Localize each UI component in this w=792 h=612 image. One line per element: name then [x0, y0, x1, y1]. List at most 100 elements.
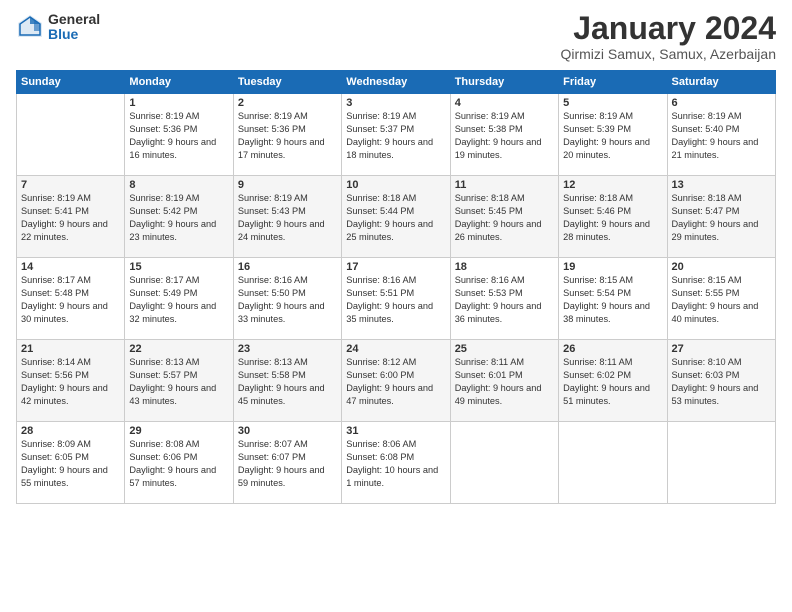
week-row-2: 7Sunrise: 8:19 AMSunset: 5:41 PMDaylight… — [17, 176, 776, 258]
calendar-cell: 6Sunrise: 8:19 AMSunset: 5:40 PMDaylight… — [667, 94, 775, 176]
logo: General Blue — [16, 12, 100, 43]
calendar-cell: 11Sunrise: 8:18 AMSunset: 5:45 PMDayligh… — [450, 176, 558, 258]
calendar-cell: 19Sunrise: 8:15 AMSunset: 5:54 PMDayligh… — [559, 258, 667, 340]
day-info: Sunrise: 8:19 AMSunset: 5:37 PMDaylight:… — [346, 110, 445, 162]
month-title: January 2024 — [560, 12, 776, 44]
day-info: Sunrise: 8:18 AMSunset: 5:44 PMDaylight:… — [346, 192, 445, 244]
calendar-cell — [667, 422, 775, 504]
calendar-cell: 16Sunrise: 8:16 AMSunset: 5:50 PMDayligh… — [233, 258, 341, 340]
day-number: 3 — [346, 97, 445, 109]
day-number: 10 — [346, 179, 445, 191]
calendar-cell: 28Sunrise: 8:09 AMSunset: 6:05 PMDayligh… — [17, 422, 125, 504]
calendar-cell: 13Sunrise: 8:18 AMSunset: 5:47 PMDayligh… — [667, 176, 775, 258]
calendar-cell: 22Sunrise: 8:13 AMSunset: 5:57 PMDayligh… — [125, 340, 233, 422]
calendar-cell: 3Sunrise: 8:19 AMSunset: 5:37 PMDaylight… — [342, 94, 450, 176]
day-number: 11 — [455, 179, 554, 191]
calendar-cell: 12Sunrise: 8:18 AMSunset: 5:46 PMDayligh… — [559, 176, 667, 258]
day-info: Sunrise: 8:19 AMSunset: 5:36 PMDaylight:… — [129, 110, 228, 162]
day-number: 28 — [21, 425, 120, 437]
day-number: 27 — [672, 343, 771, 355]
day-number: 30 — [238, 425, 337, 437]
day-info: Sunrise: 8:06 AMSunset: 6:08 PMDaylight:… — [346, 438, 445, 490]
day-info: Sunrise: 8:19 AMSunset: 5:43 PMDaylight:… — [238, 192, 337, 244]
day-number: 20 — [672, 261, 771, 273]
calendar-cell: 21Sunrise: 8:14 AMSunset: 5:56 PMDayligh… — [17, 340, 125, 422]
day-info: Sunrise: 8:19 AMSunset: 5:36 PMDaylight:… — [238, 110, 337, 162]
day-number: 6 — [672, 97, 771, 109]
week-row-1: 1Sunrise: 8:19 AMSunset: 5:36 PMDaylight… — [17, 94, 776, 176]
day-info: Sunrise: 8:18 AMSunset: 5:47 PMDaylight:… — [672, 192, 771, 244]
logo-text: General Blue — [48, 12, 100, 43]
day-number: 9 — [238, 179, 337, 191]
day-number: 29 — [129, 425, 228, 437]
day-info: Sunrise: 8:16 AMSunset: 5:53 PMDaylight:… — [455, 274, 554, 326]
calendar-cell: 5Sunrise: 8:19 AMSunset: 5:39 PMDaylight… — [559, 94, 667, 176]
weekday-header-row: SundayMondayTuesdayWednesdayThursdayFrid… — [17, 71, 776, 94]
weekday-header-sunday: Sunday — [17, 71, 125, 94]
calendar-cell: 23Sunrise: 8:13 AMSunset: 5:58 PMDayligh… — [233, 340, 341, 422]
calendar-cell: 15Sunrise: 8:17 AMSunset: 5:49 PMDayligh… — [125, 258, 233, 340]
calendar-cell: 20Sunrise: 8:15 AMSunset: 5:55 PMDayligh… — [667, 258, 775, 340]
day-info: Sunrise: 8:14 AMSunset: 5:56 PMDaylight:… — [21, 356, 120, 408]
day-info: Sunrise: 8:15 AMSunset: 5:55 PMDaylight:… — [672, 274, 771, 326]
weekday-header-monday: Monday — [125, 71, 233, 94]
week-row-3: 14Sunrise: 8:17 AMSunset: 5:48 PMDayligh… — [17, 258, 776, 340]
day-number: 16 — [238, 261, 337, 273]
calendar-table: SundayMondayTuesdayWednesdayThursdayFrid… — [16, 70, 776, 504]
day-number: 14 — [21, 261, 120, 273]
day-number: 21 — [21, 343, 120, 355]
calendar-cell: 30Sunrise: 8:07 AMSunset: 6:07 PMDayligh… — [233, 422, 341, 504]
calendar-cell: 8Sunrise: 8:19 AMSunset: 5:42 PMDaylight… — [125, 176, 233, 258]
day-info: Sunrise: 8:18 AMSunset: 5:45 PMDaylight:… — [455, 192, 554, 244]
calendar-cell: 2Sunrise: 8:19 AMSunset: 5:36 PMDaylight… — [233, 94, 341, 176]
weekday-header-thursday: Thursday — [450, 71, 558, 94]
day-info: Sunrise: 8:11 AMSunset: 6:02 PMDaylight:… — [563, 356, 662, 408]
day-number: 12 — [563, 179, 662, 191]
calendar-cell: 26Sunrise: 8:11 AMSunset: 6:02 PMDayligh… — [559, 340, 667, 422]
day-number: 26 — [563, 343, 662, 355]
page: General Blue January 2024 Qirmizi Samux,… — [0, 0, 792, 612]
weekday-header-tuesday: Tuesday — [233, 71, 341, 94]
week-row-4: 21Sunrise: 8:14 AMSunset: 5:56 PMDayligh… — [17, 340, 776, 422]
weekday-header-friday: Friday — [559, 71, 667, 94]
day-info: Sunrise: 8:11 AMSunset: 6:01 PMDaylight:… — [455, 356, 554, 408]
day-info: Sunrise: 8:19 AMSunset: 5:39 PMDaylight:… — [563, 110, 662, 162]
calendar-cell: 29Sunrise: 8:08 AMSunset: 6:06 PMDayligh… — [125, 422, 233, 504]
day-info: Sunrise: 8:07 AMSunset: 6:07 PMDaylight:… — [238, 438, 337, 490]
day-number: 25 — [455, 343, 554, 355]
day-number: 22 — [129, 343, 228, 355]
weekday-header-wednesday: Wednesday — [342, 71, 450, 94]
calendar-cell: 25Sunrise: 8:11 AMSunset: 6:01 PMDayligh… — [450, 340, 558, 422]
logo-icon — [16, 13, 44, 41]
day-number: 23 — [238, 343, 337, 355]
day-info: Sunrise: 8:19 AMSunset: 5:40 PMDaylight:… — [672, 110, 771, 162]
calendar-cell: 7Sunrise: 8:19 AMSunset: 5:41 PMDaylight… — [17, 176, 125, 258]
calendar-cell: 1Sunrise: 8:19 AMSunset: 5:36 PMDaylight… — [125, 94, 233, 176]
calendar-cell: 4Sunrise: 8:19 AMSunset: 5:38 PMDaylight… — [450, 94, 558, 176]
day-number: 7 — [21, 179, 120, 191]
day-info: Sunrise: 8:17 AMSunset: 5:49 PMDaylight:… — [129, 274, 228, 326]
day-info: Sunrise: 8:08 AMSunset: 6:06 PMDaylight:… — [129, 438, 228, 490]
day-info: Sunrise: 8:19 AMSunset: 5:41 PMDaylight:… — [21, 192, 120, 244]
day-number: 13 — [672, 179, 771, 191]
day-number: 24 — [346, 343, 445, 355]
day-number: 15 — [129, 261, 228, 273]
day-info: Sunrise: 8:16 AMSunset: 5:50 PMDaylight:… — [238, 274, 337, 326]
title-block: January 2024 Qirmizi Samux, Samux, Azerb… — [560, 12, 776, 62]
calendar-cell: 31Sunrise: 8:06 AMSunset: 6:08 PMDayligh… — [342, 422, 450, 504]
day-number: 17 — [346, 261, 445, 273]
logo-general-label: General — [48, 12, 100, 27]
day-info: Sunrise: 8:13 AMSunset: 5:57 PMDaylight:… — [129, 356, 228, 408]
calendar-cell: 14Sunrise: 8:17 AMSunset: 5:48 PMDayligh… — [17, 258, 125, 340]
day-number: 8 — [129, 179, 228, 191]
day-info: Sunrise: 8:10 AMSunset: 6:03 PMDaylight:… — [672, 356, 771, 408]
day-number: 1 — [129, 97, 228, 109]
day-info: Sunrise: 8:16 AMSunset: 5:51 PMDaylight:… — [346, 274, 445, 326]
day-number: 18 — [455, 261, 554, 273]
week-row-5: 28Sunrise: 8:09 AMSunset: 6:05 PMDayligh… — [17, 422, 776, 504]
header: General Blue January 2024 Qirmizi Samux,… — [16, 12, 776, 62]
day-number: 19 — [563, 261, 662, 273]
calendar-cell — [17, 94, 125, 176]
calendar-cell: 17Sunrise: 8:16 AMSunset: 5:51 PMDayligh… — [342, 258, 450, 340]
day-info: Sunrise: 8:17 AMSunset: 5:48 PMDaylight:… — [21, 274, 120, 326]
